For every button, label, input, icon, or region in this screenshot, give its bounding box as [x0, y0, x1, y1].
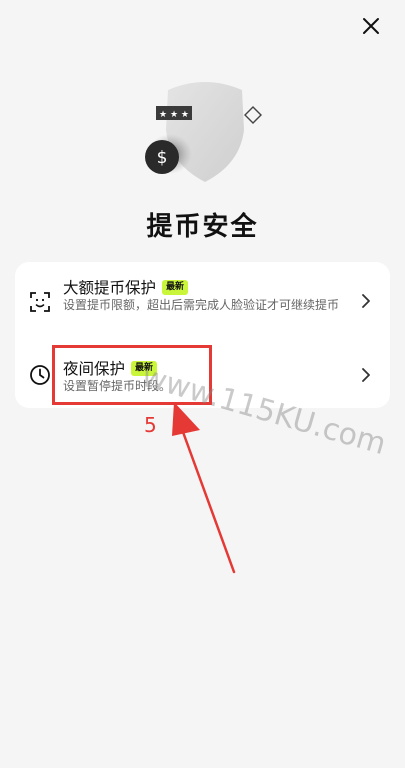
- chevron-right-icon: [362, 294, 370, 308]
- security-illustration: ★ ★ ★ $: [140, 76, 270, 186]
- annotation-step-number: 5: [144, 413, 157, 437]
- new-badge: 最新: [162, 279, 189, 295]
- dollar-coin-icon: $: [145, 140, 179, 174]
- face-scan-icon: [30, 292, 50, 312]
- settings-row-large-withdrawal[interactable]: 大额提币保护 最新 设置提币限额，超出后需完成人脸验证才可继续提币: [15, 262, 390, 338]
- clock-icon: [30, 365, 50, 385]
- password-icon: ★ ★ ★: [156, 106, 192, 120]
- annotation-arrow-icon: [172, 402, 236, 574]
- diamond-icon: [244, 106, 262, 124]
- svg-text:$: $: [157, 148, 168, 168]
- close-icon: [363, 18, 379, 34]
- row-title: 大额提币保护: [63, 279, 157, 297]
- close-button[interactable]: [359, 14, 383, 38]
- chevron-right-icon: [362, 368, 370, 382]
- row-description: 设置提币限额，超出后需完成人脸验证才可继续提币: [63, 298, 340, 312]
- page-title: 提币安全: [146, 212, 259, 242]
- svg-text:★ ★ ★: ★ ★ ★: [159, 110, 189, 120]
